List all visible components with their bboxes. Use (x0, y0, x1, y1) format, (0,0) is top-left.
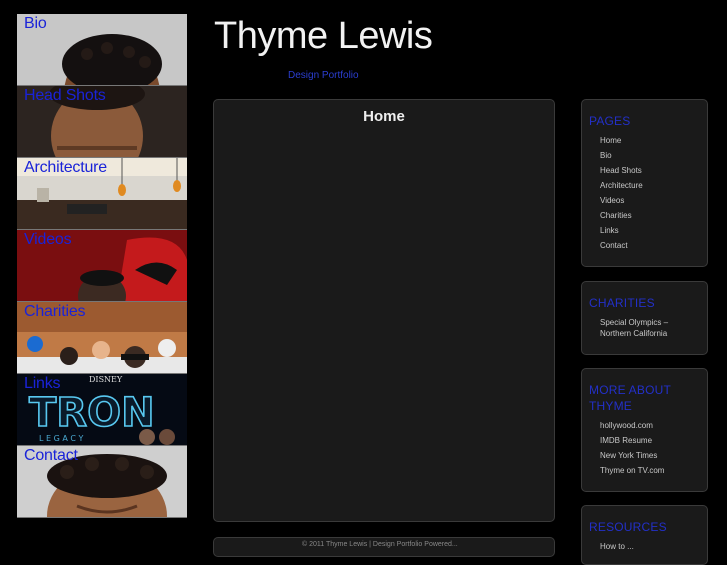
resources-widget-title: RESOURCES (589, 520, 667, 534)
link-new-york-times[interactable]: New York Times (600, 450, 707, 461)
nav-label-videos: Videos (24, 231, 72, 248)
nav-label-architecture: Architecture (24, 159, 107, 176)
main-content-panel: Home (213, 99, 555, 522)
link-imdb-resume[interactable]: IMDB Resume (600, 435, 707, 446)
pages-widget: PAGES Home Bio Head Shots Architecture V… (581, 99, 708, 267)
charity-link-special-olympics[interactable]: Special Olympics – Northern California (600, 317, 707, 339)
charities-widget: CHARITIES Special Olympics – Northern Ca… (581, 281, 708, 355)
resources-widget: RESOURCES How to ... (581, 505, 708, 565)
nav-tile-head-shots[interactable]: Head Shots (17, 86, 187, 158)
site-title[interactable]: Thyme Lewis (214, 15, 433, 58)
svg-text:TRON: TRON (29, 390, 155, 436)
pages-link-architecture[interactable]: Architecture (600, 180, 707, 191)
more-about-widget: MORE ABOUT THYME hollywood.com IMDB Resu… (581, 368, 708, 492)
pages-widget-title: PAGES (589, 114, 631, 128)
nav-tile-videos[interactable]: Videos (17, 230, 187, 302)
pages-link-head-shots[interactable]: Head Shots (600, 165, 707, 176)
pages-list: Home Bio Head Shots Architecture Videos … (582, 135, 707, 251)
link-hollywood[interactable]: hollywood.com (600, 420, 707, 431)
nav-label-head-shots: Head Shots (24, 87, 106, 104)
nav-tile-contact[interactable]: Contact (17, 446, 187, 518)
nav-tile-links[interactable]: TRON DISNEY L E G A C Y Links (17, 374, 187, 446)
link-thyme-on-tv[interactable]: Thyme on TV.com (600, 465, 707, 476)
pages-link-links[interactable]: Links (600, 225, 707, 236)
nav-tile-bio[interactable]: Bio (17, 14, 187, 86)
image-nav: Bio Head Shots Architecture Videos Chari… (17, 14, 187, 518)
nav-label-contact: Contact (24, 447, 78, 464)
svg-text:L E G A C Y: L E G A C Y (39, 434, 83, 443)
pages-link-home[interactable]: Home (600, 135, 707, 146)
nav-tile-charities[interactable]: Charities (17, 302, 187, 374)
pages-link-contact[interactable]: Contact (600, 240, 707, 251)
pages-link-videos[interactable]: Videos (600, 195, 707, 206)
site-tagline: Design Portfolio (288, 70, 359, 81)
charities-list: Special Olympics – Northern California (582, 317, 707, 339)
page-title: Home (363, 108, 405, 125)
nav-label-charities: Charities (24, 303, 86, 320)
more-about-list: hollywood.com IMDB Resume New York Times… (582, 420, 707, 476)
pages-link-bio[interactable]: Bio (600, 150, 707, 161)
footer-panel: © 2011 Thyme Lewis | Design Portfolio Po… (213, 537, 555, 557)
charities-widget-title: CHARITIES (589, 296, 655, 310)
more-about-widget-title: MORE ABOUT THYME (589, 383, 671, 413)
nav-tile-architecture[interactable]: Architecture (17, 158, 187, 230)
nav-label-links: Links (24, 375, 61, 392)
svg-text:DISNEY: DISNEY (89, 375, 123, 384)
resources-list: How to ... (582, 541, 707, 552)
pages-link-charities[interactable]: Charities (600, 210, 707, 221)
nav-label-bio: Bio (24, 15, 47, 32)
resources-link[interactable]: How to ... (600, 541, 707, 552)
